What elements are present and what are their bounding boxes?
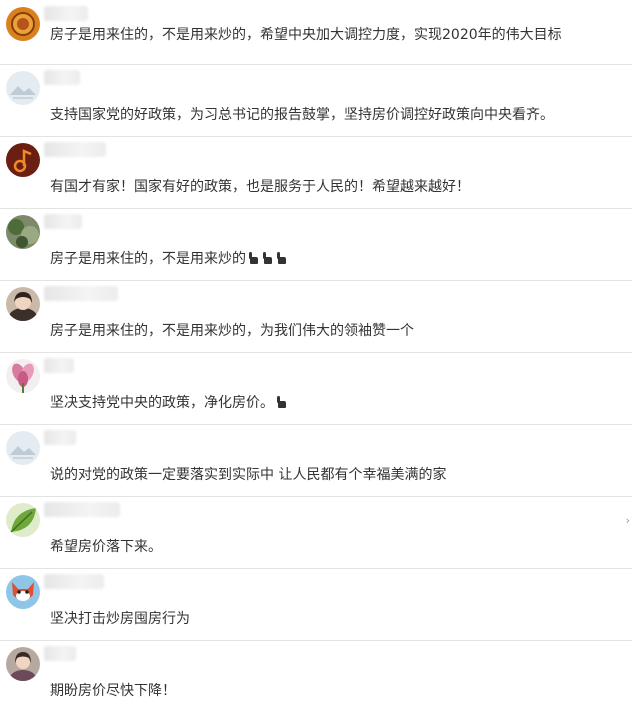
blurred-username[interactable] (44, 286, 118, 301)
comment-text: 期盼房价尽快下降！ (50, 683, 176, 699)
comment-item: 期盼房价尽快下降！ (0, 640, 632, 711)
comment-item: 说的对党的政策一定要落实到实际中 让人民都有个幸福美满的家 (0, 424, 632, 497)
seal-avatar-icon[interactable] (6, 7, 40, 41)
pointing-hand-icon (261, 251, 274, 270)
woman-photo-avatar-icon[interactable] (6, 287, 40, 321)
comment-item: 希望房价落下来。 (0, 496, 632, 569)
blurred-username[interactable] (44, 214, 82, 229)
comment-text-body: 坚决支持党中央的政策，净化房价。 (50, 395, 274, 411)
plant-photo-avatar-icon[interactable] (6, 215, 40, 249)
comment-text: 说的对党的政策一定要落实到实际中 让人民都有个幸福美满的家 (50, 467, 447, 483)
comment-item: 坚决打击炒房囤房行为 (0, 568, 632, 641)
comment-text: 坚决打击炒房囤房行为 (50, 611, 190, 627)
pointing-hand-icon (247, 251, 260, 270)
default-landscape-avatar-icon[interactable] (6, 431, 40, 465)
woman-photo-avatar-icon[interactable] (6, 647, 40, 681)
cartoon-fox-avatar-icon[interactable] (6, 575, 40, 609)
comment-text: 希望房价落下来。 (50, 539, 162, 555)
comment-text: 房子是用来住的，不是用来炒的，为我们伟大的领袖赞一个 (50, 323, 414, 339)
comment-item: 有国才有家！国家有好的政策，也是服务于人民的！希望越来越好！ (0, 136, 632, 209)
pointing-hand-icon (275, 395, 288, 414)
flower-avatar-icon[interactable] (6, 359, 40, 393)
scroll-edge-mark: › (625, 514, 630, 527)
blurred-username[interactable] (44, 358, 74, 373)
blurred-username[interactable] (44, 142, 106, 157)
comment-text: 支持国家党的好政策，为习总书记的报告鼓掌，坚持房价调控好政策向中央看齐。 (50, 107, 554, 123)
comment-item: 房子是用来住的，不是用来炒的，希望中央加大调控力度，实现2020年的伟大目标 (0, 0, 632, 65)
blurred-username[interactable] (44, 430, 76, 445)
comment-item: 房子是用来住的，不是用来炒的，为我们伟大的领袖赞一个 (0, 280, 632, 353)
blurred-username[interactable] (44, 6, 88, 21)
comment-text: 有国才有家！国家有好的政策，也是服务于人民的！希望越来越好！ (50, 179, 470, 195)
comment-text-body: 房子是用来住的，不是用来炒的 (50, 251, 246, 267)
blurred-username[interactable] (44, 574, 104, 589)
pointing-hand-icon (275, 251, 288, 270)
blurred-username[interactable] (44, 502, 120, 517)
leaf-avatar-icon[interactable] (6, 503, 40, 537)
default-landscape-avatar-icon[interactable] (6, 71, 40, 105)
music-note-avatar-icon[interactable] (6, 143, 40, 177)
comment-item: 房子是用来住的，不是用来炒的 (0, 208, 632, 281)
comment-item: 坚决支持党中央的政策，净化房价。 (0, 352, 632, 425)
blurred-username[interactable] (44, 646, 76, 661)
comment-item: 支持国家党的好政策，为习总书记的报告鼓掌，坚持房价调控好政策向中央看齐。 (0, 64, 632, 137)
blurred-username[interactable] (44, 70, 80, 85)
comment-text: 房子是用来住的，不是用来炒的 (50, 250, 288, 270)
comment-text: 坚决支持党中央的政策，净化房价。 (50, 394, 288, 414)
comment-text: 房子是用来住的，不是用来炒的，希望中央加大调控力度，实现2020年的伟大目标 (50, 27, 562, 43)
